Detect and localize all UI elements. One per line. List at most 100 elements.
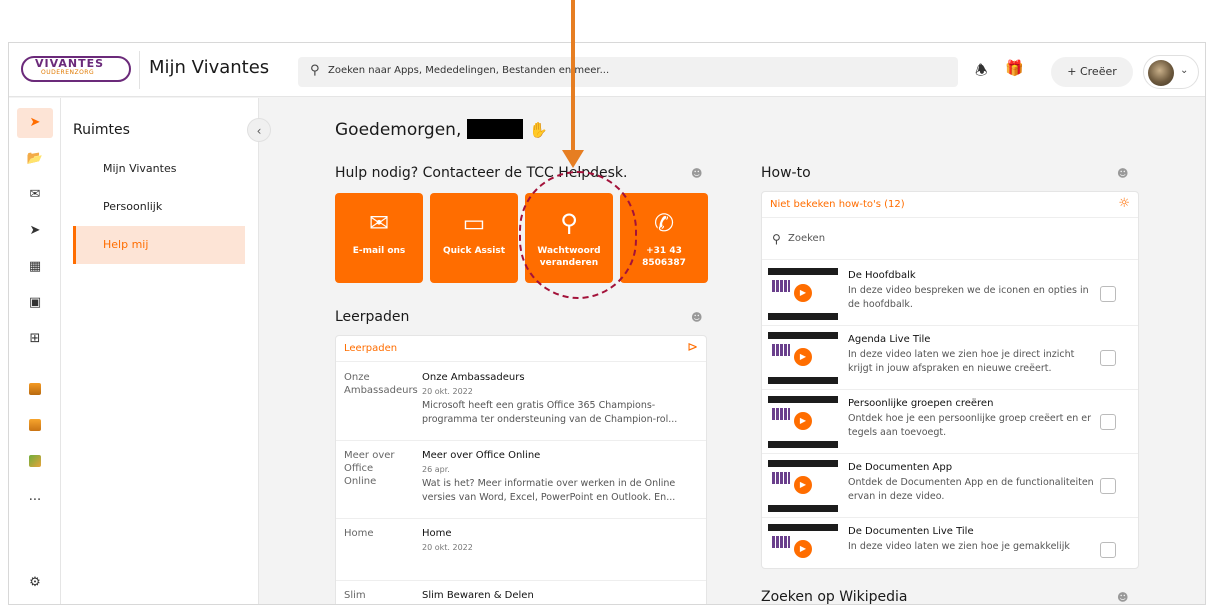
learning-item[interactable]: Onze Ambassadeurs Onze Ambassadeurs 20 o… <box>336 363 706 441</box>
howto-item-title: Agenda Live Tile <box>848 334 931 345</box>
more-icon[interactable]: ... <box>17 482 53 512</box>
thumbnail-graphic <box>772 408 790 420</box>
learning-item-date: 20 okt. 2022 <box>422 543 473 552</box>
play-icon: ▶ <box>794 412 812 430</box>
settings-icon[interactable]: ⚙ <box>17 568 53 598</box>
vivantes-logo[interactable]: VIVANTES OUDERENZORG <box>21 54 133 86</box>
global-search-input[interactable]: ⚲ Zoeken naar Apps, Mededelingen, Bestan… <box>298 57 958 87</box>
app-tile-3-icon[interactable] <box>17 446 53 476</box>
envelope-icon: ✉ <box>368 209 390 237</box>
space-item-mijn-vivantes[interactable]: Mijn Vivantes <box>73 150 245 188</box>
learning-item-desc: Wat is het? Meer informatie over werken … <box>422 478 676 503</box>
spaces-title: Ruimtes <box>73 122 130 138</box>
learning-item[interactable]: Slim Slim Bewaren & Delen <box>336 581 706 604</box>
people-icon[interactable]: ☻ <box>691 167 702 180</box>
watched-checkbox[interactable] <box>1100 542 1116 558</box>
learning-item-date: 20 okt. 2022 <box>422 387 473 396</box>
watched-checkbox[interactable] <box>1100 414 1116 430</box>
search-placeholder: Zoeken naar Apps, Mededelingen, Bestande… <box>328 65 610 76</box>
howto-search-input[interactable]: ⚲ Zoeken <box>762 220 1138 260</box>
play-icon: ▶ <box>794 540 812 558</box>
video-thumbnail: ▶ <box>768 332 838 384</box>
wikipedia-section-title: Zoeken op Wikipedia <box>761 589 908 605</box>
monitor-icon: ▭ <box>462 209 486 237</box>
howto-item-title: De Documenten Live Tile <box>848 526 974 537</box>
people-icon[interactable]: ☻ <box>691 311 702 324</box>
redacted-name <box>467 119 524 139</box>
app-tile-2-icon[interactable] <box>17 410 53 440</box>
howto-item-title: Persoonlijke groepen creëren <box>848 398 994 409</box>
thumbnail-graphic <box>772 472 790 484</box>
space-item-help-mij[interactable]: Help mij <box>73 226 245 264</box>
watched-checkbox[interactable] <box>1100 286 1116 302</box>
rocket-icon[interactable]: ➤ <box>17 108 53 138</box>
howto-card-header: Niet bekeken how-to's (12) ☼ <box>762 192 1138 218</box>
spaces-panel: Ruimtes Mijn Vivantes Persoonlijk Help m… <box>61 98 259 604</box>
mail-icon[interactable]: ✉ <box>17 180 53 210</box>
top-bar: VIVANTES OUDERENZORG Mijn Vivantes ⚲ Zoe… <box>9 43 1205 97</box>
search-icon: ⚲ <box>310 63 320 78</box>
header-divider <box>139 51 140 89</box>
learning-item-desc: Microsoft heeft een gratis Office 365 Ch… <box>422 400 678 425</box>
learning-item-title: Slim Bewaren & Delen <box>422 590 534 601</box>
play-icon: ▶ <box>794 348 812 366</box>
greeting-text: Goedemorgen, <box>335 120 462 140</box>
howto-item[interactable]: ▶ De Documenten Live Tile In deze video … <box>762 518 1138 568</box>
lightbulb-icon[interactable]: ☼ <box>1118 196 1130 211</box>
broken-image-icon: Meer over Office Online <box>344 450 395 487</box>
rss-icon[interactable]: ⊳ <box>687 340 698 355</box>
learning-item-title: Home <box>422 528 452 539</box>
apps-grid-icon[interactable]: ⊞ <box>17 324 53 354</box>
howto-item-desc: In deze video laten we zien hoe je direc… <box>848 349 1075 374</box>
app-window: VIVANTES OUDERENZORG Mijn Vivantes ⚲ Zoe… <box>8 42 1206 605</box>
howto-item[interactable]: ▶ Agenda Live Tile In deze video laten w… <box>762 326 1138 390</box>
play-icon: ▶ <box>794 284 812 302</box>
howto-item[interactable]: ▶ Persoonlijke groepen creëren Ontdek ho… <box>762 390 1138 454</box>
broken-image-icon: Onze Ambassadeurs <box>344 372 418 396</box>
howto-item-desc: Ontdek hoe je een persoonlijke groep cre… <box>848 413 1092 438</box>
watched-checkbox[interactable] <box>1100 478 1116 494</box>
app-tile-1-icon[interactable] <box>17 374 53 404</box>
howto-item-title: De Hoofdbalk <box>848 270 916 281</box>
annotation-arrow-head <box>562 150 584 168</box>
waving-hand-icon: ✋ <box>529 121 549 139</box>
send-icon[interactable]: ➤ <box>17 216 53 246</box>
collapse-sidebar-button[interactable]: ‹ <box>247 118 271 142</box>
learning-item[interactable]: Home Home 20 okt. 2022 <box>336 519 706 581</box>
app-title: Mijn Vivantes <box>149 57 270 78</box>
gift-icon[interactable]: 🎁 <box>1005 59 1024 77</box>
annotation-circle <box>519 171 637 299</box>
video-thumbnail: ▶ <box>768 524 838 568</box>
watched-checkbox[interactable] <box>1100 350 1116 366</box>
video-thumbnail: ▶ <box>768 460 838 512</box>
thumbnail-graphic <box>772 536 790 548</box>
bell-icon[interactable]: 🕭 <box>975 60 988 84</box>
learning-card-header: Leerpaden ⊳ <box>336 336 706 362</box>
broken-image-icon: Slim <box>344 590 366 601</box>
calendar-icon[interactable]: ▣ <box>17 288 53 318</box>
folder-icon[interactable]: 📂 <box>17 144 53 174</box>
learning-card-label: Leerpaden <box>344 343 398 354</box>
space-item-persoonlijk[interactable]: Persoonlijk <box>73 188 245 226</box>
people-icon[interactable]: ☻ <box>1117 167 1128 180</box>
quick-assist-label: Quick Assist <box>442 246 506 256</box>
app-rail: ➤ 📂 ✉ ➤ ▦ ▣ ⊞ ... ⚙ <box>9 98 61 604</box>
video-thumbnail: ▶ <box>768 396 838 448</box>
play-icon: ▶ <box>794 476 812 494</box>
people-icon[interactable]: ☻ <box>1117 591 1128 604</box>
greeting: Goedemorgen, ✋ <box>335 119 548 140</box>
avatar <box>1148 60 1174 86</box>
annotation-arrow-line <box>571 0 575 150</box>
quick-assist-button[interactable]: ▭ Quick Assist <box>430 193 518 283</box>
howto-filter-dropdown[interactable]: Niet bekeken how-to's (12) <box>770 199 905 210</box>
howto-item[interactable]: ▶ De Documenten App Ontdek de Documenten… <box>762 454 1138 518</box>
howto-item[interactable]: ▶ De Hoofdbalk In deze video bespreken w… <box>762 262 1138 326</box>
learning-item[interactable]: Meer over Office Online Meer over Office… <box>336 441 706 519</box>
howto-section-title: How-to <box>761 165 811 181</box>
howto-item-desc: Ontdek de Documenten App en de functiona… <box>848 477 1094 502</box>
user-menu-button[interactable]: ⌄ <box>1143 55 1199 89</box>
learning-section-title: Leerpaden <box>335 309 410 325</box>
contact-card-icon[interactable]: ▦ <box>17 252 53 282</box>
create-button[interactable]: + Creëer <box>1051 57 1133 87</box>
email-us-button[interactable]: ✉ E-mail ons <box>335 193 423 283</box>
